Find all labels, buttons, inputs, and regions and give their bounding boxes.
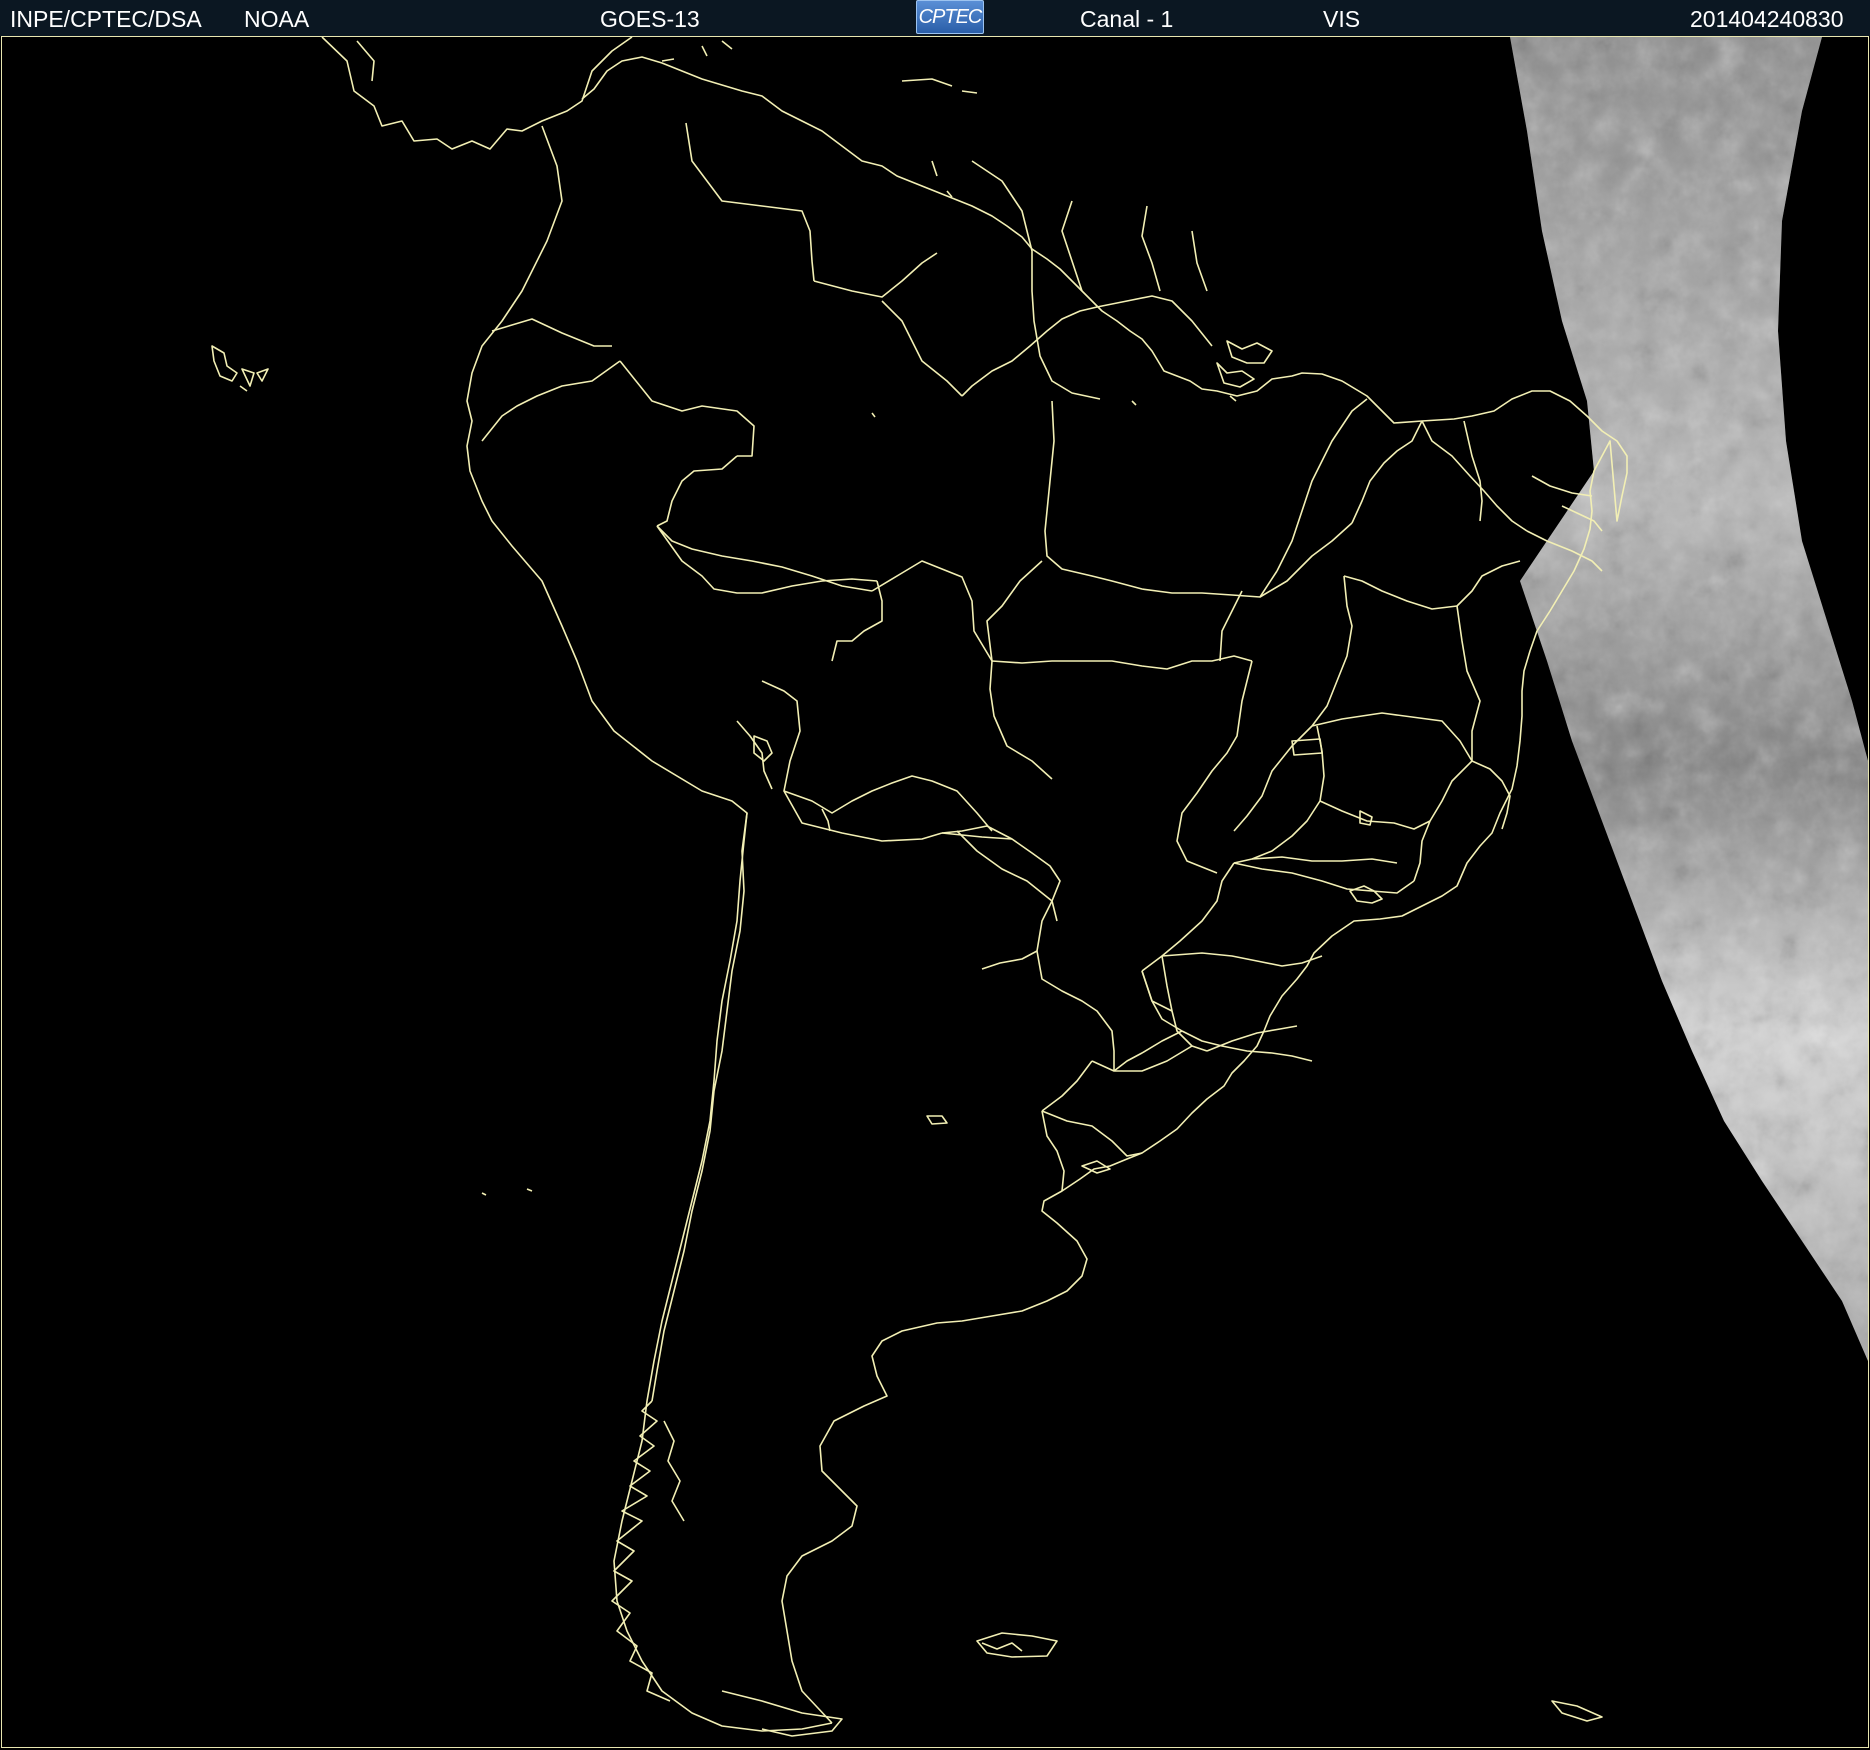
band-label: VIS [1323, 6, 1361, 32]
timestamp-label: 201404240830 [1690, 6, 1844, 32]
header-bar: INPE/CPTEC/DSA NOAA GOES-13 CPTEC Canal … [0, 0, 1870, 36]
agency-label: NOAA [244, 6, 310, 32]
coastlines-and-borders [211, 37, 1628, 1737]
channel-label: Canal - 1 [1080, 6, 1174, 32]
sa-coast-west [466, 125, 833, 1732]
map-canvas [211, 37, 1868, 1737]
satellite-image-frame [1, 36, 1869, 1748]
org-label: INPE/CPTEC/DSA [10, 6, 202, 32]
cptec-logo: CPTEC [916, 0, 984, 34]
satellite-label: GOES-13 [600, 6, 700, 32]
logo-text: CPTEC [918, 6, 983, 28]
